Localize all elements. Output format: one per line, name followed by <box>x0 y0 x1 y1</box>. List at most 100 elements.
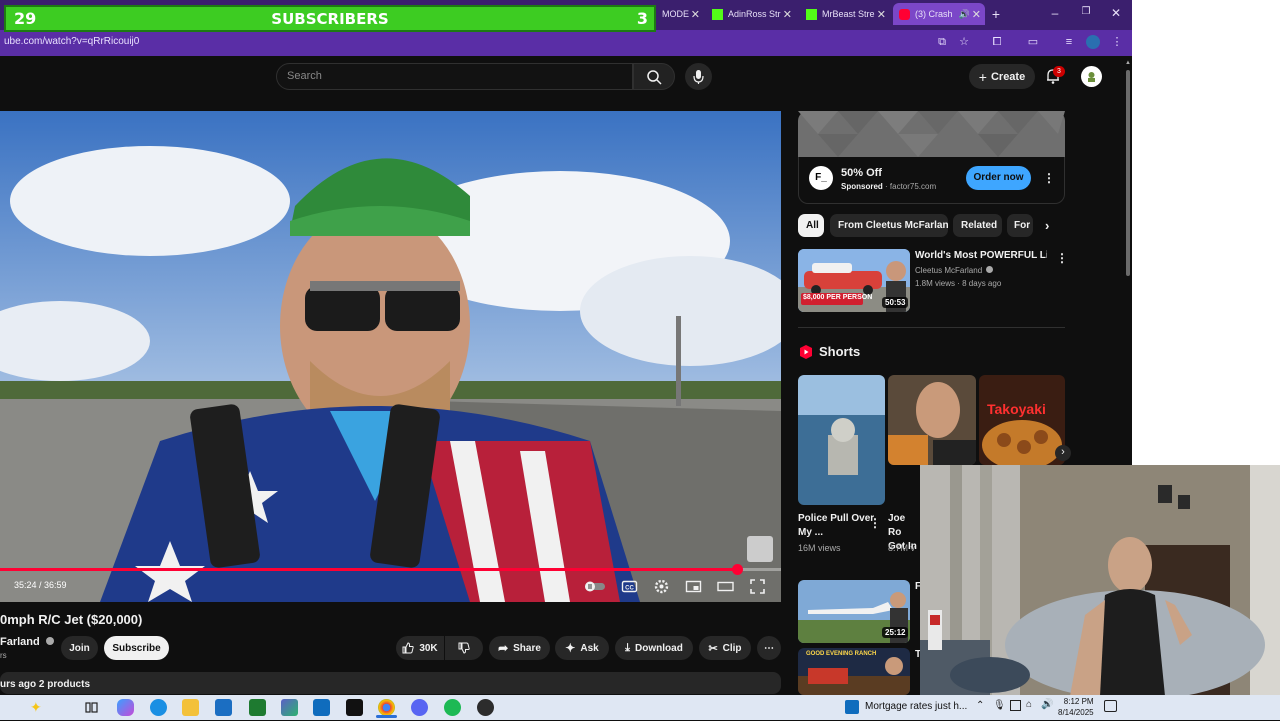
restore-icon[interactable]: ❐ <box>1076 6 1096 17</box>
tray-volume-icon[interactable]: 🔊 <box>1041 699 1053 710</box>
captions-button[interactable]: CC <box>621 578 638 595</box>
tab-mrbeast[interactable]: MrBeast Stre ✕ <box>800 3 890 25</box>
close-tab-icon[interactable]: ✕ <box>783 8 792 21</box>
share-button[interactable]: ➦ Share <box>489 636 550 660</box>
chevron-right-icon[interactable]: › <box>1045 218 1049 233</box>
tray-microphone-icon[interactable]: 🎙 <box>993 700 1006 711</box>
speaker-icon[interactable]: 🔊 <box>959 9 970 20</box>
window-close-icon[interactable]: ✕ <box>1106 6 1126 20</box>
ad-more-icon[interactable]: ⋮ <box>1043 171 1055 185</box>
short-thumbnail-art <box>979 375 1065 465</box>
video-player[interactable] <box>0 111 781 602</box>
ad-title[interactable]: 50% Off <box>841 167 882 179</box>
theater-mode-button[interactable] <box>717 578 734 595</box>
clock-time: 8:12 PM <box>1063 697 1094 706</box>
spotify-icon[interactable] <box>444 699 461 716</box>
description-box[interactable]: urs ago 2 products <box>0 672 781 694</box>
video-frame <box>0 111 781 602</box>
short-thumbnail[interactable] <box>798 375 885 505</box>
news-widget-icon[interactable] <box>845 700 859 714</box>
close-tab-icon[interactable]: ✕ <box>972 8 981 21</box>
create-button[interactable]: + Create <box>969 64 1035 89</box>
clip-button[interactable]: ✂ Clip <box>699 636 751 660</box>
browser-menu-icon[interactable]: ⋮ <box>1110 35 1124 49</box>
progress-scrubber[interactable] <box>732 564 743 575</box>
outlook-icon[interactable] <box>313 699 330 716</box>
miniplayer-button[interactable] <box>685 578 702 595</box>
scroll-up-arrow[interactable]: ▲ <box>1124 60 1132 66</box>
like-button[interactable]: 30K <box>396 636 444 660</box>
tab-youtube-active[interactable]: (3) Crash 🔊 ✕ <box>893 3 985 25</box>
tiktok-icon[interactable] <box>346 699 363 716</box>
short-thumbnail[interactable] <box>888 375 976 465</box>
ad-banner-image[interactable] <box>798 111 1065 157</box>
subscribe-button[interactable]: Subscribe <box>104 636 169 660</box>
obs-icon[interactable] <box>477 699 494 716</box>
taskbar-clock[interactable]: 8:12 PM 8/14/2025 <box>1058 696 1094 718</box>
copilot-sparkle-icon[interactable]: ✦ <box>30 699 47 716</box>
chip-related[interactable]: Related <box>953 214 1002 237</box>
copilot-app-icon[interactable] <box>117 699 134 716</box>
channel-name[interactable]: Farland <box>0 636 54 648</box>
news-widget-text[interactable]: Mortgage rates just h... <box>865 701 967 712</box>
chip-all[interactable]: All <box>798 214 824 237</box>
search-input[interactable]: Search <box>276 63 633 90</box>
teams-icon[interactable] <box>281 699 298 716</box>
settings-button[interactable] <box>653 578 670 595</box>
scrollbar-thumb[interactable] <box>1126 70 1130 276</box>
discord-icon[interactable] <box>411 699 428 716</box>
autoplay-toggle[interactable] <box>584 578 605 595</box>
url-text[interactable]: ube.com/watch?v=qRrRicouij0 <box>4 36 139 47</box>
close-tab-icon[interactable]: ✕ <box>691 8 700 21</box>
recommended-more-icon[interactable]: ⋮ <box>1056 251 1068 265</box>
fullscreen-button[interactable] <box>749 578 766 595</box>
youtube-icon <box>899 8 910 20</box>
edge-browser-icon[interactable] <box>150 699 167 716</box>
extensions-icon[interactable]: ⧠ <box>990 35 1004 49</box>
tray-chevron-up-icon[interactable]: ⌃ <box>976 700 984 711</box>
tab-adinross[interactable]: AdinRoss Str ✕ <box>706 3 796 25</box>
more-actions-button[interactable]: ⋯ <box>757 636 781 660</box>
tab-mode[interactable]: MODE ✕ <box>656 3 704 25</box>
join-button[interactable]: Join <box>61 636 98 660</box>
account-avatar[interactable] <box>1081 66 1102 87</box>
notification-center-icon[interactable] <box>1104 700 1117 712</box>
new-tab-button[interactable]: + <box>986 6 1006 22</box>
recommended-channel[interactable]: Cleetus McFarland <box>915 266 994 275</box>
voice-search-button[interactable] <box>685 63 712 90</box>
task-view-icon[interactable] <box>83 699 100 716</box>
order-now-button[interactable]: Order now <box>966 166 1031 190</box>
cast-icon[interactable]: ⧉ <box>935 35 949 49</box>
short-more-icon[interactable]: ⋮ <box>869 516 881 530</box>
tray-monitor-icon[interactable] <box>1010 700 1021 711</box>
minimize-icon[interactable]: – <box>1045 6 1065 20</box>
chrome-icon[interactable] <box>378 699 395 716</box>
search-button[interactable] <box>633 63 675 90</box>
short-title[interactable]: Police Pull Over My ... <box>798 512 878 540</box>
download-button[interactable]: ⤓ Download <box>615 636 693 660</box>
dislike-button[interactable] <box>445 636 483 660</box>
file-explorer-icon[interactable] <box>182 699 199 716</box>
download-icon: ⤓ <box>625 641 631 654</box>
end-card-avatar[interactable] <box>747 536 773 562</box>
recommended-thumbnail[interactable]: GOOD EVENING RANCH <box>798 648 910 695</box>
tab-search-icon[interactable]: ▭ <box>1026 35 1040 49</box>
xbox-icon[interactable] <box>249 699 266 716</box>
media-control-icon[interactable]: ≡ <box>1062 35 1076 49</box>
ad-sponsored-line: Sponsored · factor75.com <box>841 182 936 191</box>
subscriber-count: rs <box>0 651 7 660</box>
close-tab-icon[interactable]: ✕ <box>877 8 886 21</box>
recommended-title[interactable]: World's Most POWERFUL Limo! <box>915 250 1047 261</box>
ask-label: Ask <box>580 642 599 654</box>
short-thumbnail[interactable]: Takoyaki <box>979 375 1065 465</box>
short-thumbnail-caption: Takoyaki <box>987 401 1046 417</box>
ask-button[interactable]: ✦ Ask <box>555 636 609 660</box>
bookmark-star-icon[interactable]: ☆ <box>957 35 971 49</box>
profile-avatar[interactable] <box>1086 35 1100 49</box>
tray-network-icon[interactable]: ⌂ <box>1026 699 1032 710</box>
shorts-next-button[interactable]: › <box>1055 445 1071 461</box>
chip-for[interactable]: For <box>1007 214 1033 237</box>
microsoft-store-icon[interactable] <box>215 699 232 716</box>
create-label: Create <box>990 70 1026 83</box>
chip-from-channel[interactable]: From Cleetus McFarland <box>830 214 948 237</box>
